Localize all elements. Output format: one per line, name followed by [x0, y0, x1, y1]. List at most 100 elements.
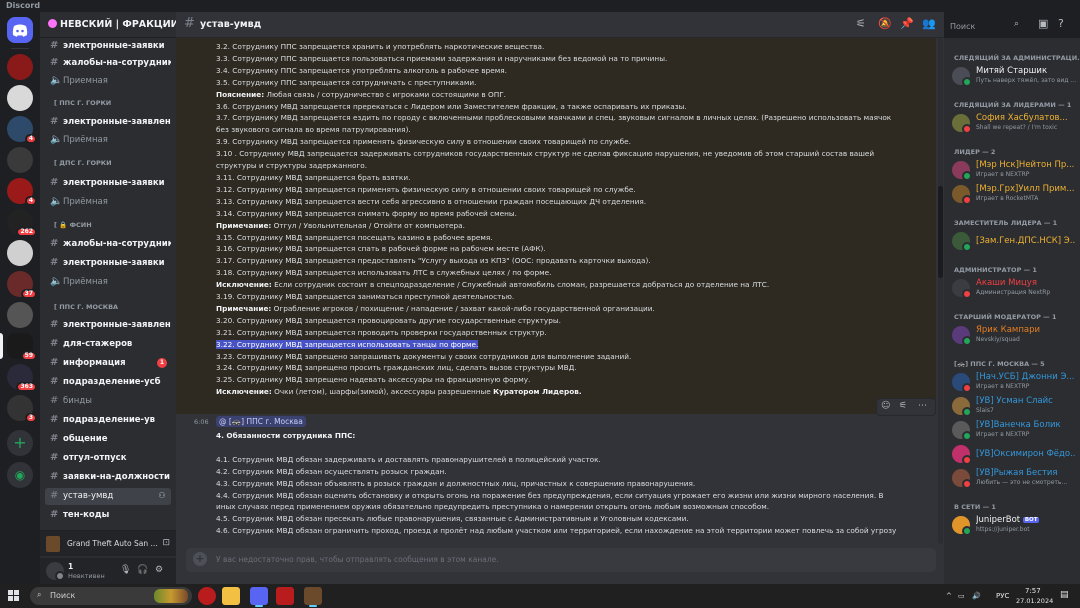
- explore-servers-button[interactable]: ◉: [7, 462, 33, 488]
- role-mention[interactable]: @ [🚓] ППС г. Москва: [216, 416, 306, 427]
- channel-item[interactable]: # заявки-на-должности: [45, 469, 171, 486]
- channel-item[interactable]: # электронные-заявки: [45, 175, 171, 192]
- member-group-header: СТАРШИЙ МОДЕРАТОР — 1: [954, 313, 1057, 321]
- member-name: [УВ]Оксимирон Фёдо...: [976, 449, 1076, 459]
- clock-time[interactable]: 7:57: [1025, 587, 1041, 595]
- channel-item[interactable]: # электронные-заявления: [45, 114, 171, 131]
- volume-icon[interactable]: 🔊: [972, 592, 981, 600]
- member-item[interactable]: [Мэр.Грх]Уилл Прим... Играет в RocketMTA: [952, 183, 1078, 205]
- scrollbar[interactable]: [938, 38, 943, 544]
- channel-item-active[interactable]: # устав-умвд ⚇: [45, 488, 171, 505]
- channel-item[interactable]: # электронные-заявки: [45, 255, 171, 272]
- member-item[interactable]: [Нач.УСБ] Джонни Э... Играет в NEXTRP: [952, 371, 1078, 393]
- member-item[interactable]: JuniperBot BOT https://juniper.bot: [952, 514, 1078, 536]
- channel-item[interactable]: # подразделение-усб: [45, 374, 171, 391]
- activity-panel[interactable]: Grand Theft Auto San ... ⊡: [40, 530, 176, 556]
- member-list-icon[interactable]: 👥: [922, 17, 936, 30]
- server-icon-2[interactable]: [7, 85, 33, 111]
- clock-date[interactable]: 27.01.2024: [1016, 597, 1053, 605]
- bold-text: Примечание:: [216, 303, 272, 313]
- server-name: НЕВСКИЙ | ФРАКЦИИ: [60, 19, 176, 30]
- windows-start-icon[interactable]: [8, 590, 19, 601]
- channel-item[interactable]: # информация 1: [45, 355, 171, 372]
- headphones-icon[interactable]: 🎧: [137, 565, 148, 575]
- category-header[interactable]: [ ППС Г. ГОРКИ: [54, 99, 111, 107]
- channel-item[interactable]: # общение: [45, 431, 171, 448]
- category-header[interactable]: [ ДПС Г. ГОРКИ: [54, 159, 112, 167]
- avatar[interactable]: [46, 562, 65, 581]
- member-item[interactable]: [Зам.Ген.ДПС.НСК] Э...: [952, 230, 1078, 252]
- avatar: [952, 232, 972, 252]
- channel-item[interactable]: # электронные-заявления: [45, 317, 171, 334]
- member-item[interactable]: [УВ]Ванечка Болик Играет в NEXTRP: [952, 419, 1078, 441]
- add-server-button[interactable]: +: [7, 430, 33, 456]
- voice-channel-item[interactable]: 🔈Приёмная: [45, 132, 171, 149]
- more-options-icon[interactable]: ⋯: [918, 401, 927, 411]
- member-item[interactable]: София Хасбулатов... Shall we repeat? / I'…: [952, 112, 1078, 134]
- server-icon-9[interactable]: [7, 302, 33, 328]
- server-icon-11[interactable]: 363: [7, 364, 37, 392]
- category-header[interactable]: [ 🔒 ФСИН: [54, 221, 92, 229]
- channel-item[interactable]: # отгул-отпуск: [45, 450, 171, 467]
- member-item[interactable]: [УВ]Рыжая Бестия Любить — это не смотреть…: [952, 467, 1078, 489]
- channel-item[interactable]: #жалобы-на-сотрудников: [45, 55, 171, 72]
- avatar: [952, 445, 972, 465]
- server-icon-3[interactable]: 4: [7, 116, 37, 144]
- network-icon[interactable]: ▭: [958, 592, 965, 600]
- channel-item[interactable]: # для-стажеров: [45, 336, 171, 353]
- server-icon-7[interactable]: [7, 240, 33, 266]
- voice-channel-item[interactable]: 🔈Приёмная: [45, 194, 171, 211]
- add-reaction-icon[interactable]: ☺: [881, 401, 890, 411]
- category-header[interactable]: [ ППС Г. МОСКВА: [54, 303, 118, 311]
- text-channel-icon: #: [50, 452, 59, 463]
- server-icon-8[interactable]: 37: [7, 271, 37, 299]
- channel-item[interactable]: # бинды: [45, 393, 171, 410]
- voice-channel-item[interactable]: 🔈Приёмная: [45, 274, 171, 291]
- member-item[interactable]: Акаши Мицуя Администрация NextRp: [952, 277, 1078, 299]
- game-taskbar-icon[interactable]: [304, 587, 322, 607]
- add-member-icon[interactable]: ⚇: [157, 491, 167, 501]
- member-item[interactable]: [УВ]Оксимирон Фёдо...: [952, 443, 1078, 465]
- server-boost-icon: [48, 19, 57, 28]
- server-icon-12[interactable]: 3: [7, 395, 37, 423]
- server-header[interactable]: НЕВСКИЙ | ФРАКЦИИ ⌄: [40, 12, 176, 38]
- channel-item[interactable]: # электронные-заявки: [45, 38, 171, 55]
- scrollbar-thumb[interactable]: [938, 186, 943, 278]
- file-explorer-icon[interactable]: [222, 587, 240, 605]
- message-item-hovered[interactable]: 3.2. Сотруднику ППС запрещается хранить …: [176, 38, 936, 416]
- member-item[interactable]: [Мэр Нск]Нейтон Пр... Играет в NEXTRP: [952, 159, 1078, 181]
- channel-item[interactable]: # подразделение-ув: [45, 412, 171, 429]
- bell-muted-icon[interactable]: 🔕: [878, 17, 892, 30]
- message-line: [216, 442, 916, 454]
- notifications-icon[interactable]: ▤: [1060, 590, 1069, 600]
- server-icon-5[interactable]: 4: [7, 178, 37, 206]
- channel-item[interactable]: #жалобы-на-сотрудников: [45, 236, 171, 253]
- member-item[interactable]: Ярик Кампари Nevskiy/squad: [952, 324, 1078, 346]
- member-item[interactable]: [УВ] Усман Слайс Slais7: [952, 395, 1078, 417]
- opera-icon[interactable]: [198, 587, 216, 605]
- member-item[interactable]: Митяй Старшик Путь наверх тяжёл, зато вид…: [952, 65, 1078, 87]
- threads-icon[interactable]: ⚟: [856, 17, 866, 30]
- server-icon-nevskiy[interactable]: 59: [0, 333, 37, 361]
- home-button[interactable]: [7, 17, 33, 43]
- chevron-up-icon[interactable]: ^: [946, 592, 952, 600]
- screen-share-icon[interactable]: ⊡: [162, 538, 170, 548]
- message-item[interactable]: 6:06 @ [🚓] ППС г. Москва 4. Обязанности …: [176, 414, 936, 544]
- member-name: Акаши Мицуя: [976, 278, 1076, 288]
- line-text: 4.6. Сотрудник МВД обязан ограничить про…: [216, 526, 897, 536]
- discord-taskbar-icon[interactable]: [250, 587, 268, 607]
- taskbar-search[interactable]: ⌕ Поиск: [30, 587, 192, 605]
- microphone-icon[interactable]: 🎙: [120, 565, 131, 575]
- channel-item[interactable]: # тен-коды: [45, 507, 171, 524]
- server-icon-6[interactable]: 262: [7, 209, 37, 237]
- language-indicator[interactable]: РУС: [996, 592, 1009, 600]
- gear-icon[interactable]: ⚙: [155, 565, 163, 575]
- server-icon-nordcr[interactable]: [7, 54, 33, 80]
- server-icon-4[interactable]: [7, 147, 33, 173]
- app-icon[interactable]: [276, 587, 294, 605]
- help-icon[interactable]: ?: [1058, 17, 1064, 30]
- create-thread-icon[interactable]: ⚟: [899, 401, 907, 411]
- inbox-icon[interactable]: ▣: [1038, 17, 1048, 30]
- pin-icon[interactable]: 📌: [900, 17, 914, 30]
- voice-channel-item[interactable]: 🔈Приемная: [45, 73, 171, 90]
